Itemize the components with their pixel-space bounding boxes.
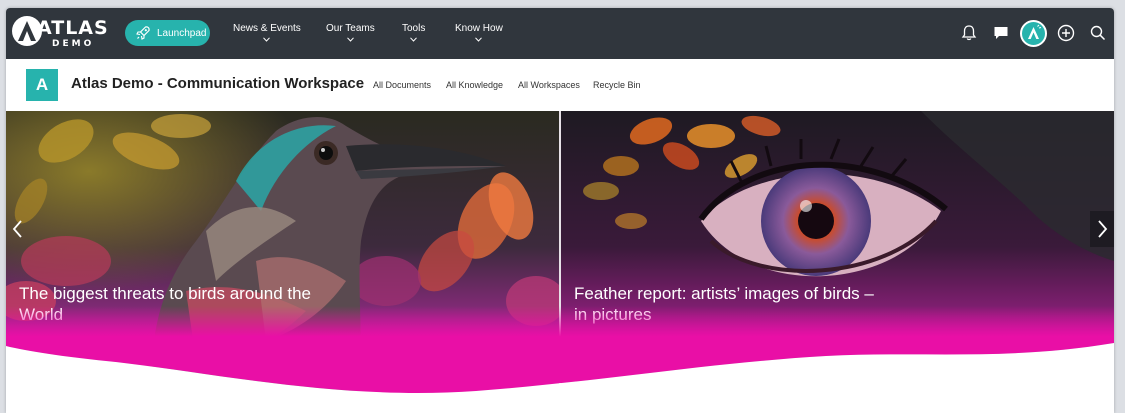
nav-item-label: News & Events [233,23,301,34]
nav-news-events[interactable]: News & Events [233,23,301,42]
chevron-down-icon [263,37,271,42]
link-recycle-bin[interactable]: Recycle Bin [593,80,641,90]
link-all-documents[interactable]: All Documents [373,80,431,90]
search-icon[interactable] [1088,23,1108,43]
top-navigation-bar: ATLAS DEMO Launchpad News & Events Our T… [6,8,1114,59]
rocket-icon [136,26,150,40]
launchpad-label: Launchpad [157,27,207,39]
site-header: A Atlas Demo - Communication Workspace A… [6,59,1114,111]
chevron-down-icon [346,37,354,42]
nav-item-label: Our Teams [326,23,375,34]
nav-know-how[interactable]: Know How [455,23,503,42]
carousel-next-button[interactable] [1090,211,1114,247]
link-all-workspaces[interactable]: All Workspaces [518,80,580,90]
chat-icon[interactable] [991,23,1011,43]
add-circle-icon[interactable] [1056,23,1076,43]
nav-our-teams[interactable]: Our Teams [326,23,375,42]
nav-item-label: Know How [455,23,503,34]
launchpad-button[interactable]: Launchpad [125,20,210,46]
chevron-down-icon [475,37,483,42]
browser-page: ATLAS DEMO Launchpad News & Events Our T… [6,8,1114,413]
chevron-left-icon [12,220,22,238]
bell-icon[interactable] [959,23,979,43]
nav-item-label: Tools [402,23,426,34]
hero-carousel: The biggest threats to birds around the … [6,111,1114,413]
site-title[interactable]: Atlas Demo - Communication Workspace [71,75,364,92]
hero-wave-decoration [6,306,1114,413]
site-logo[interactable]: A [26,69,58,101]
brand-subtitle: DEMO [52,39,95,49]
atlas-logo[interactable]: ATLAS DEMO [12,16,108,52]
atlas-avatar-icon [1028,24,1042,39]
user-avatar[interactable] [1020,20,1047,47]
brand-title: ATLAS [37,17,109,39]
nav-tools[interactable]: Tools [402,23,425,42]
link-all-knowledge[interactable]: All Knowledge [446,80,503,90]
chevron-right-icon [1098,220,1108,238]
chevron-down-icon [410,37,418,42]
carousel-prev-button[interactable] [6,211,30,247]
